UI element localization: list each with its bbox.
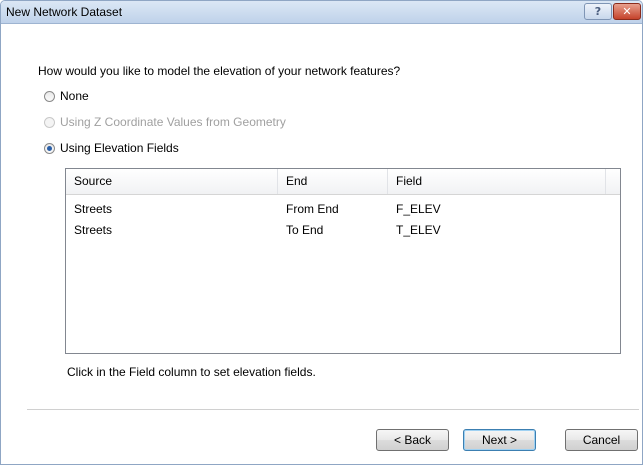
cell-end: From End: [286, 202, 339, 216]
column-header-end[interactable]: End: [278, 169, 388, 194]
help-button[interactable]: ?: [584, 3, 612, 20]
cancel-button[interactable]: Cancel: [565, 429, 638, 451]
radio-none[interactable]: None: [44, 88, 89, 104]
radio-elevation-fields[interactable]: Using Elevation Fields: [44, 140, 179, 156]
dialog-window: New Network Dataset ? ✕ How would you li…: [0, 0, 643, 465]
radio-z-coordinate-icon: [44, 116, 55, 128]
divider: [27, 409, 639, 410]
cell-field[interactable]: T_ELEV: [388, 220, 441, 240]
window-title: New Network Dataset: [6, 5, 123, 19]
close-icon: ✕: [622, 5, 632, 18]
title-bar[interactable]: New Network Dataset ? ✕: [1, 1, 642, 24]
table-header: Source End Field: [66, 169, 620, 195]
table-row[interactable]: Streets To End T_ELEV: [66, 220, 620, 240]
radio-z-coordinate-label: Using Z Coordinate Values from Geometry: [60, 115, 286, 129]
radio-elevation-fields-icon[interactable]: [44, 142, 55, 154]
column-header-field[interactable]: Field: [388, 169, 606, 194]
cell-source: Streets: [74, 223, 113, 237]
elevation-fields-table[interactable]: Source End Field Streets From End F_ELEV…: [65, 168, 621, 354]
back-button[interactable]: < Back: [376, 429, 449, 451]
column-header-source[interactable]: Source: [66, 169, 278, 194]
hint-text: Click in the Field column to set elevati…: [67, 365, 316, 379]
radio-elevation-fields-label: Using Elevation Fields: [60, 141, 179, 155]
radio-z-coordinate: Using Z Coordinate Values from Geometry: [44, 114, 286, 130]
cell-end: To End: [286, 223, 324, 237]
radio-none-label: None: [60, 89, 89, 103]
close-button[interactable]: ✕: [613, 3, 641, 20]
table-row[interactable]: Streets From End F_ELEV: [66, 199, 620, 219]
cell-source: Streets: [74, 202, 113, 216]
help-icon: ?: [594, 5, 602, 18]
next-button[interactable]: Next >: [463, 429, 536, 451]
cell-field[interactable]: F_ELEV: [388, 199, 441, 219]
elevation-question: How would you like to model the elevatio…: [38, 64, 401, 78]
radio-none-icon[interactable]: [44, 90, 55, 102]
